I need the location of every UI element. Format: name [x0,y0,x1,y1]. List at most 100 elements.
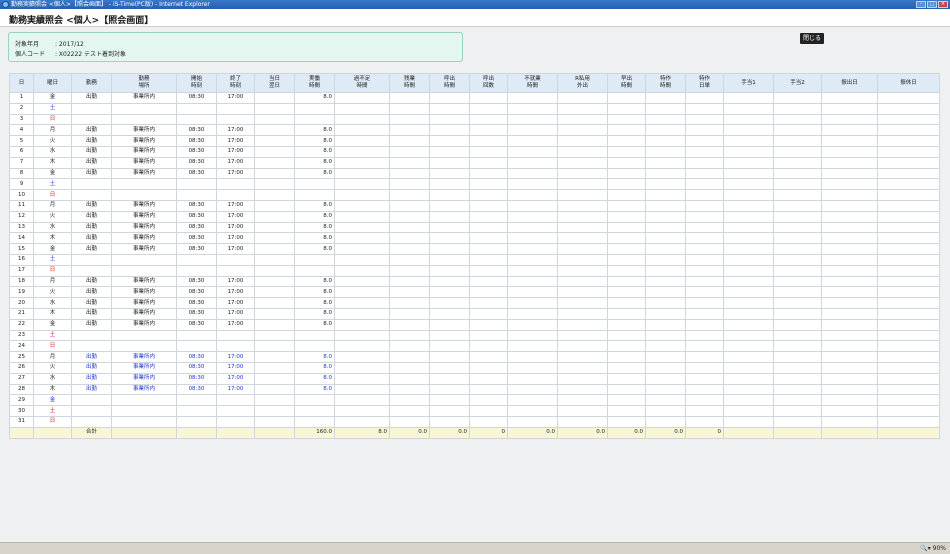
cell-empty [389,199,430,212]
cell-empty [334,372,390,385]
cell-empty [723,232,774,245]
column-header: 特作 日単 [685,73,724,93]
cell-empty [877,92,940,104]
cell-end: 17:00 [216,135,255,147]
cell-empty [334,361,390,374]
total-value: 0.0 [507,426,558,439]
cell-empty [645,167,686,180]
cell-empty [821,243,878,255]
cell-dow: 月 [33,124,72,137]
cell-empty [607,340,646,353]
cell-place [111,415,177,428]
cell-empty [685,243,724,255]
total-value [216,426,255,439]
table-row: 11 月出勤 事業所内 08:30 17:00 8.0 [9,199,940,212]
cell-empty [607,102,646,115]
cell-empty [389,405,430,417]
cell-empty [389,102,430,115]
table-row: 29 金 [9,394,940,407]
cell-dow: 金 [33,318,72,331]
cell-start: 08:30 [176,232,217,245]
cell-empty [429,232,470,245]
cell-place: 事業所内 [111,286,177,299]
cell-empty [557,102,608,115]
cell-empty [773,210,822,223]
table-row: 14 木出勤 事業所内 08:30 17:00 8.0 [9,232,940,245]
cell-empty [645,297,686,309]
cell-start: 08:30 [176,145,217,158]
cell-work: 出勤 [71,167,112,180]
cell-empty [507,124,558,137]
cell-end [216,264,255,277]
cell-end: 17:00 [216,145,255,158]
cell-empty [645,383,686,396]
column-header: 勤務 場所 [111,73,177,93]
maximize-icon[interactable]: □ [927,1,937,8]
cell-empty [429,189,470,201]
cell-end [216,329,255,342]
close-button[interactable]: 閉じる [800,33,824,44]
cell-actual: 8.0 [294,135,335,147]
cell-actual: 8.0 [294,351,335,363]
cell-empty [773,415,822,428]
total-value [877,426,940,439]
cell-place [111,329,177,342]
period-row: 対象年月: 2017/12 [15,39,84,48]
cell-end: 17:00 [216,286,255,299]
cell-empty [821,221,878,234]
cell-empty [507,275,558,288]
cell-actual [294,405,335,417]
cell-empty [507,113,558,126]
table-row: 22 金出勤 事業所内 08:30 17:00 8.0 [9,318,940,331]
table-row: 24 日 [9,340,940,353]
cell-empty [877,307,940,320]
cell-empty [507,394,558,407]
close-icon[interactable]: × [938,1,948,8]
cell-empty [507,253,558,266]
cell-empty [389,275,430,288]
cell-dow: 月 [33,199,72,212]
minimize-icon[interactable]: – [916,1,926,8]
cell-empty [334,145,390,158]
cell-place: 事業所内 [111,210,177,223]
cell-empty [507,210,558,223]
cell-empty [429,415,470,428]
cell-empty [429,318,470,331]
cell-actual: 8.0 [294,145,335,158]
cell-empty [607,135,646,147]
cell-place [111,253,177,266]
cell-day: 1 [9,92,34,104]
cell-empty [507,383,558,396]
cell-work [71,405,112,417]
total-value [723,426,774,439]
cell-empty [607,221,646,234]
cell-empty [821,351,878,363]
cell-empty [507,340,558,353]
cell-empty [685,156,724,169]
cell-empty [334,243,390,255]
code-row: 個人コード: X02222 テスト着到対象 [15,49,126,58]
cell-empty [821,135,878,147]
cell-empty [645,145,686,158]
cell-empty [685,178,724,191]
table-row: 30 土 [9,405,940,417]
cell-place: 事業所内 [111,124,177,137]
cell-empty [645,307,686,320]
cell-empty [429,156,470,169]
zoom-level[interactable]: 🔍▾ 90% [920,545,946,552]
table-row: 15 金出勤 事業所内 08:30 17:00 8.0 [9,243,940,255]
cell-empty [723,156,774,169]
cell-empty [334,275,390,288]
window-controls: – □ × [916,1,948,8]
cell-empty [429,361,470,374]
cell-dow: 金 [33,394,72,407]
cell-actual [294,102,335,115]
cell-empty [773,297,822,309]
cell-empty [773,232,822,245]
cell-empty [723,286,774,299]
cell-empty [334,210,390,223]
cell-empty [389,297,430,309]
cell-empty [557,340,608,353]
cell-empty [557,351,608,363]
total-value [111,426,177,439]
